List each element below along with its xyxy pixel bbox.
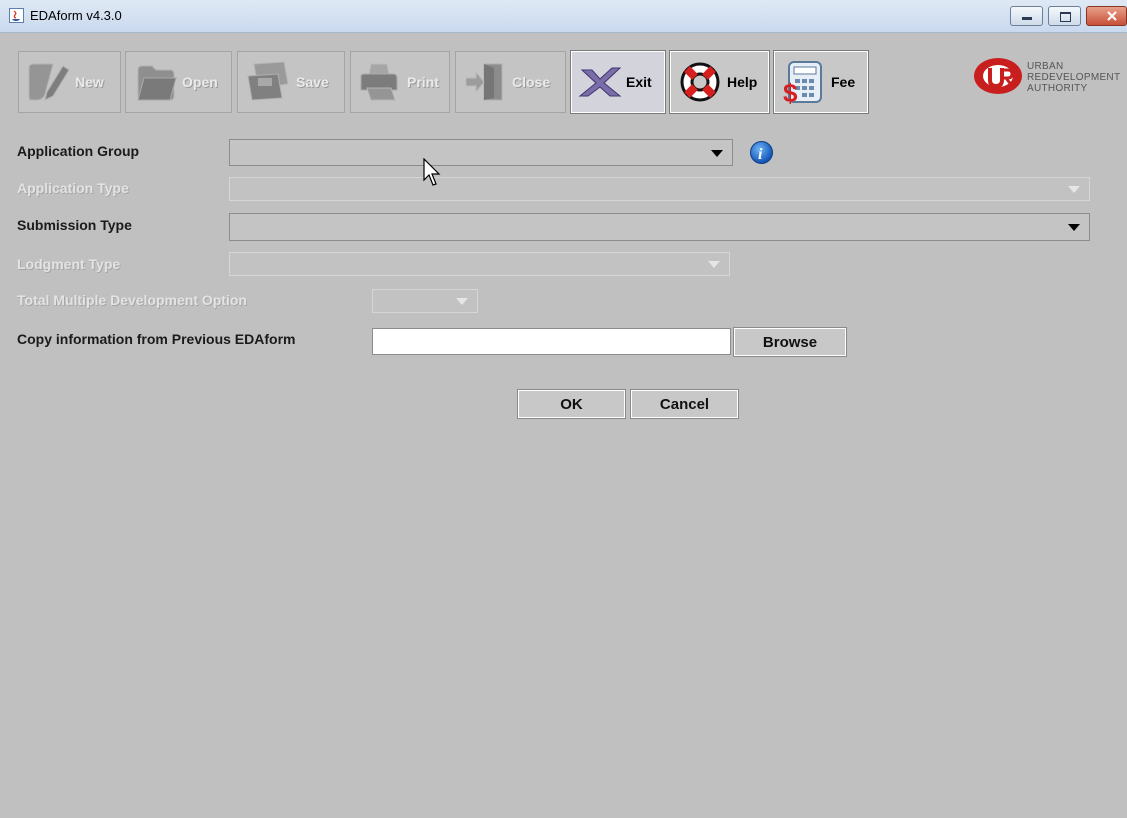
new-label: New bbox=[75, 74, 104, 90]
ok-button[interactable]: OK bbox=[517, 389, 626, 419]
open-label: Open bbox=[182, 74, 218, 90]
lodgment-type-label: Lodgment Type bbox=[17, 256, 121, 272]
lifebuoy-icon bbox=[680, 62, 720, 102]
window-title: EDAform v4.3.0 bbox=[30, 8, 122, 23]
title-bar: EDAform v4.3.0 bbox=[0, 0, 1127, 33]
save-label: Save bbox=[296, 74, 329, 90]
pencil-icon bbox=[28, 63, 70, 101]
chevron-down-icon bbox=[708, 261, 720, 268]
x-icon bbox=[578, 67, 622, 97]
total-multiple-development-combo[interactable] bbox=[372, 289, 478, 313]
previous-edaform-path-input[interactable] bbox=[372, 328, 731, 355]
logo-line-3: AUTHORITY bbox=[1027, 83, 1088, 94]
toolbar: New Open Save Print Close Exit Help $ Fe… bbox=[0, 32, 1127, 124]
print-label: Print bbox=[407, 74, 439, 90]
mouse-cursor-icon bbox=[423, 158, 441, 186]
browse-button[interactable]: Browse bbox=[733, 327, 847, 357]
info-icon[interactable]: i bbox=[749, 140, 774, 165]
print-button[interactable]: Print bbox=[350, 51, 450, 113]
calculator-dollar-icon: $ bbox=[783, 61, 822, 105]
open-button[interactable]: Open bbox=[125, 51, 232, 113]
chevron-down-icon bbox=[711, 150, 723, 157]
lodgment-type-combo[interactable] bbox=[229, 252, 730, 276]
total-multiple-development-label: Total Multiple Development Option bbox=[17, 292, 247, 308]
close-icon bbox=[1107, 11, 1117, 21]
maximize-button[interactable] bbox=[1048, 6, 1081, 26]
fee-button[interactable]: $ Fee bbox=[773, 50, 869, 114]
copy-info-label: Copy information from Previous EDAform bbox=[17, 331, 296, 347]
submission-type-combo[interactable] bbox=[229, 213, 1090, 241]
ura-logo-text: URBAN REDEVELOPMENT AUTHORITY bbox=[1027, 61, 1120, 94]
fee-label: Fee bbox=[831, 74, 856, 90]
help-button[interactable]: Help bbox=[669, 50, 770, 114]
exit-label: Exit bbox=[626, 74, 652, 90]
printer-icon bbox=[360, 63, 398, 101]
minimize-button[interactable] bbox=[1010, 6, 1043, 26]
svg-text:$: $ bbox=[783, 78, 798, 105]
close-button[interactable]: Close bbox=[455, 51, 566, 113]
close-window-button[interactable] bbox=[1086, 6, 1127, 26]
door-exit-icon bbox=[465, 63, 503, 101]
exit-button[interactable]: Exit bbox=[570, 50, 666, 114]
logo-line-2: REDEVELOPMENT bbox=[1027, 72, 1121, 83]
new-button[interactable]: New bbox=[18, 51, 121, 113]
chevron-down-icon bbox=[1068, 224, 1080, 231]
chevron-down-icon bbox=[1068, 186, 1080, 193]
floppy-icon bbox=[247, 61, 289, 101]
folder-icon bbox=[137, 65, 177, 101]
help-label: Help bbox=[727, 74, 758, 90]
java-app-icon bbox=[9, 8, 24, 23]
application-type-label: Application Type bbox=[17, 180, 129, 196]
submission-type-label: Submission Type bbox=[17, 217, 132, 233]
application-group-combo[interactable] bbox=[229, 139, 733, 166]
cancel-button[interactable]: Cancel bbox=[630, 389, 739, 419]
svg-text:i: i bbox=[758, 146, 763, 163]
application-type-combo[interactable] bbox=[229, 177, 1090, 201]
chevron-down-icon bbox=[456, 298, 468, 305]
application-group-label: Application Group bbox=[17, 143, 140, 159]
close-label: Close bbox=[512, 74, 551, 90]
save-button[interactable]: Save bbox=[237, 51, 345, 113]
logo-line-1: URBAN bbox=[1027, 61, 1064, 72]
